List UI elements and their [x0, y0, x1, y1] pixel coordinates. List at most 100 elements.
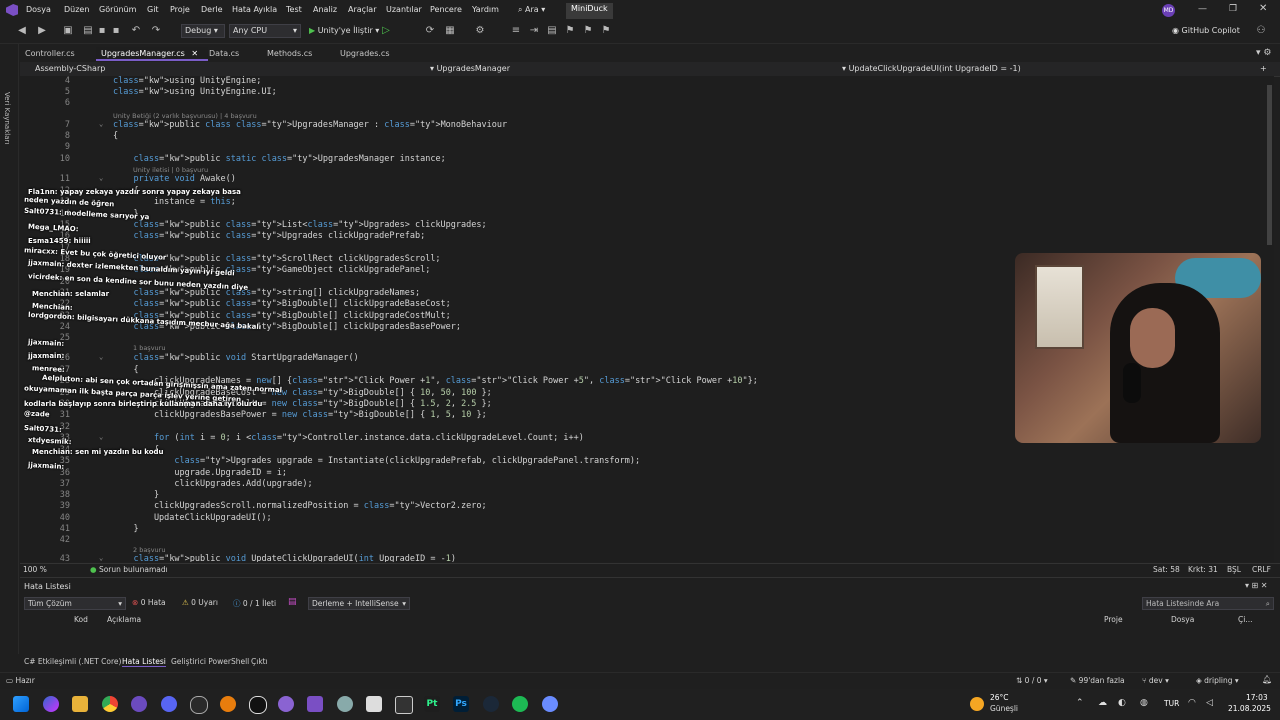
- panel-controls[interactable]: ▾ ⊞ ✕: [1245, 581, 1268, 590]
- class-dropdown[interactable]: ▾ UpgradesManager: [430, 64, 510, 73]
- browser-icon[interactable]: [542, 696, 558, 712]
- issues-status[interactable]: ● Sorun bulunamadı: [90, 565, 168, 574]
- start-icon[interactable]: [13, 696, 29, 712]
- settings-icon[interactable]: [337, 696, 353, 712]
- bookmark-prev-icon[interactable]: ⚑: [600, 25, 612, 37]
- format-icon[interactable]: ≡: [510, 25, 522, 37]
- input-language[interactable]: TUR: [1164, 699, 1179, 708]
- run-without-debug-icon[interactable]: ▷: [380, 25, 392, 37]
- tab-csharp-interactive[interactable]: C# Etkileşimli (.NET Core): [24, 657, 121, 666]
- volume-icon[interactable]: ◁: [1206, 698, 1213, 708]
- unity-hub-icon[interactable]: [395, 696, 413, 714]
- whitespace-mode[interactable]: BŞL: [1227, 565, 1241, 574]
- tab-upgradesmanager[interactable]: UpgradesManager.cs ✕: [96, 47, 208, 61]
- sidebar-label[interactable]: Veri Kaynakları: [3, 92, 11, 144]
- forward-icon[interactable]: ▶: [36, 25, 48, 37]
- column-number[interactable]: Krkt: 31: [1188, 565, 1218, 574]
- open-folder-icon[interactable]: ▤: [82, 25, 94, 37]
- close-button[interactable]: ✕: [1259, 3, 1267, 14]
- clock-time[interactable]: 17:03: [1246, 693, 1268, 702]
- menu-item[interactable]: Hata Ayıkla: [232, 5, 277, 14]
- feedback-icon[interactable]: ⚇: [1255, 25, 1267, 37]
- fold-toggle-icon[interactable]: ⌄: [99, 174, 103, 182]
- notifications-icon[interactable]: 🔔︎: [1262, 675, 1272, 684]
- chrome-icon[interactable]: [102, 696, 118, 712]
- tab-overflow-icon[interactable]: ▾ ⚙: [1256, 48, 1271, 58]
- codelens-awake[interactable]: Unity iletisi | 0 başvuru: [133, 166, 208, 174]
- blender-icon[interactable]: [220, 696, 236, 712]
- commits-status[interactable]: ✎ 99'dan fazla: [1070, 676, 1125, 685]
- spotify-icon[interactable]: [512, 696, 528, 712]
- github-icon[interactable]: [278, 696, 294, 712]
- tab-controller[interactable]: Controller.cs: [20, 47, 80, 61]
- maximize-button[interactable]: ❐: [1229, 4, 1237, 14]
- notepad-icon[interactable]: [366, 696, 382, 712]
- tools-icon[interactable]: ⚙: [474, 25, 486, 37]
- search-app-icon[interactable]: [190, 696, 208, 714]
- visual-studio-icon[interactable]: [307, 696, 323, 712]
- wifi-icon[interactable]: ◠: [1188, 698, 1196, 708]
- tab-output[interactable]: Çıktı: [251, 657, 268, 666]
- error-search-input[interactable]: Hata Listesinde Ara ⌕: [1142, 597, 1274, 610]
- menu-item[interactable]: Test: [286, 5, 302, 14]
- indent-icon[interactable]: ⇥: [528, 25, 540, 37]
- menu-item[interactable]: Git: [147, 5, 159, 14]
- column-line[interactable]: Çi...: [1238, 615, 1252, 624]
- git-changes[interactable]: ⇅ 0 / 0 ▾: [1016, 676, 1048, 685]
- tab-methods[interactable]: Methods.cs: [262, 47, 317, 61]
- bookmark-next-icon[interactable]: ⚑: [582, 25, 594, 37]
- config-select[interactable]: Debug ▾: [181, 24, 225, 38]
- messages-filter-button[interactable]: ⓘ 0 / 1 İleti: [233, 598, 276, 609]
- codelens-update[interactable]: 2 başvuru: [133, 546, 165, 554]
- hot-reload-icon[interactable]: ⟳: [424, 25, 436, 37]
- menu-item[interactable]: Uzantılar: [386, 5, 422, 14]
- copilot-app-icon[interactable]: [43, 696, 59, 712]
- minimize-button[interactable]: —: [1198, 4, 1207, 14]
- fold-toggle-icon[interactable]: ⌄: [99, 120, 103, 128]
- platform-select[interactable]: Any CPU ▾: [229, 24, 301, 38]
- new-project-icon[interactable]: ▣: [62, 25, 74, 37]
- tray-chevron-icon[interactable]: ⌃: [1076, 698, 1084, 708]
- avatar[interactable]: MD: [1162, 4, 1175, 17]
- tab-close-icon[interactable]: ✕: [191, 49, 198, 58]
- tray-cloud-icon[interactable]: ☁: [1098, 698, 1107, 708]
- comment-icon[interactable]: ▤: [546, 25, 558, 37]
- undo-icon[interactable]: ↶: [130, 25, 142, 37]
- column-code[interactable]: Kod: [74, 615, 88, 624]
- tab-error-list[interactable]: Hata Listesi: [122, 657, 166, 667]
- scope-select[interactable]: Tüm Çözüm ▾: [24, 597, 126, 610]
- layout-icon[interactable]: ▦: [444, 25, 456, 37]
- redo-icon[interactable]: ↷: [150, 25, 162, 37]
- photoshop-icon[interactable]: Ps: [453, 696, 469, 712]
- branch-selector[interactable]: ⑂ dev ▾: [1142, 676, 1169, 685]
- tray-steam-icon[interactable]: ◍: [1140, 698, 1148, 708]
- column-project[interactable]: Proje: [1104, 615, 1123, 624]
- tab-upgrades[interactable]: Upgrades.cs: [335, 47, 394, 61]
- line-ending[interactable]: CRLF: [1252, 565, 1271, 574]
- menu-item[interactable]: Derle: [201, 5, 223, 14]
- project-dropdown[interactable]: Assembly-CSharp: [35, 64, 105, 73]
- line-number[interactable]: Sat: 58: [1153, 565, 1180, 574]
- pycharm-icon[interactable]: Pt: [424, 696, 440, 712]
- steam-icon[interactable]: [483, 696, 499, 712]
- back-icon[interactable]: ◀: [16, 25, 28, 37]
- menu-item[interactable]: Dosya: [26, 5, 51, 14]
- save-icon[interactable]: ▪: [96, 25, 108, 37]
- build-source-select[interactable]: Derleme + IntelliSense ▾: [308, 597, 410, 610]
- menu-item[interactable]: Analiz: [313, 5, 337, 14]
- build-filter-icon[interactable]: ▤: [288, 597, 297, 607]
- fold-toggle-icon[interactable]: ⌄: [99, 554, 103, 562]
- copilot-button[interactable]: ◉ GitHub Copilot: [1172, 26, 1240, 35]
- repo-selector[interactable]: ◈ dripling ▾: [1196, 676, 1239, 685]
- tab-data[interactable]: Data.cs: [204, 47, 244, 61]
- codelens-class[interactable]: Unity Betiği (2 varlık başvurusu) | 4 ba…: [113, 112, 257, 120]
- bookmark-icon[interactable]: ⚑: [564, 25, 576, 37]
- column-file[interactable]: Dosya: [1171, 615, 1194, 624]
- unreal-icon[interactable]: [249, 696, 267, 714]
- editor-scroll-thumb[interactable]: [1267, 85, 1272, 245]
- menu-item[interactable]: Proje: [170, 5, 190, 14]
- menu-item[interactable]: Görünüm: [99, 5, 136, 14]
- menu-item[interactable]: Yardım: [472, 5, 499, 14]
- member-dropdown[interactable]: ▾ UpdateClickUpgradeUI(int UpgradeID = -…: [842, 64, 1021, 73]
- file-explorer-icon[interactable]: [72, 696, 88, 712]
